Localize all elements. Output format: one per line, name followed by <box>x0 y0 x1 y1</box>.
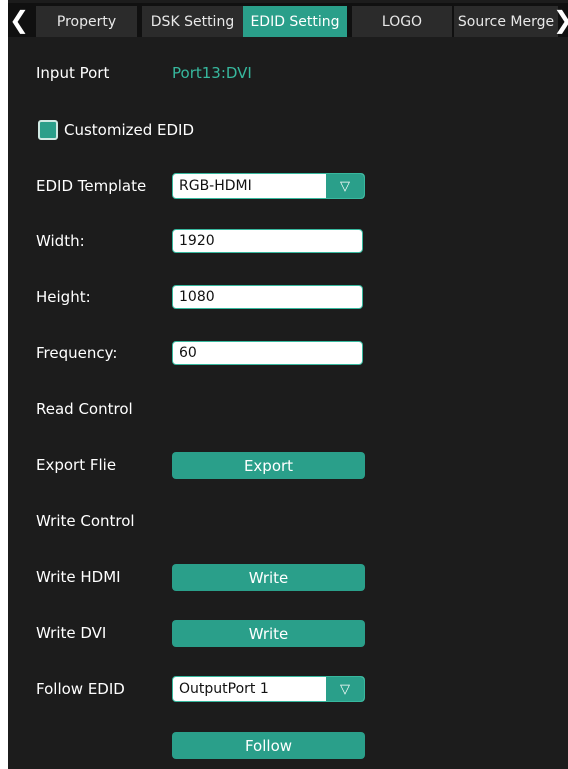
height-label: Height: <box>36 288 91 306</box>
tab-property[interactable]: Property <box>36 6 137 37</box>
customized-edid-label: Customized EDID <box>64 121 195 139</box>
follow-edid-label: Follow EDID <box>36 680 125 698</box>
tab-scroll-right-icon[interactable]: ❯ <box>552 3 568 37</box>
write-hdmi-button[interactable]: Write <box>172 564 365 591</box>
edid-template-value: RGB-HDMI <box>179 178 252 194</box>
edid-settings-panel: ❮ Property DSK Setting EDID Setting LOGO… <box>8 0 568 769</box>
write-hdmi-label: Write HDMI <box>36 568 121 586</box>
edid-template-label: EDID Template <box>36 177 147 195</box>
tab-scroll-left-icon[interactable]: ❮ <box>8 3 30 37</box>
export-button[interactable]: Export <box>172 452 365 479</box>
write-dvi-button[interactable]: Write <box>172 620 365 647</box>
input-port-value: Port13:DVI <box>172 64 252 82</box>
width-label: Width: <box>36 232 85 250</box>
dropdown-arrow-icon[interactable]: ▽ <box>326 174 364 198</box>
tab-logo[interactable]: LOGO <box>352 6 452 37</box>
tab-dsk-setting[interactable]: DSK Setting <box>142 6 243 37</box>
input-port-label: Input Port <box>36 64 110 82</box>
dropdown-arrow-icon[interactable]: ▽ <box>326 677 364 701</box>
tab-edid-setting[interactable]: EDID Setting <box>243 6 347 37</box>
customized-edid-checkbox[interactable] <box>38 120 58 140</box>
write-control-heading: Write Control <box>36 512 135 530</box>
write-dvi-label: Write DVI <box>36 624 107 642</box>
tab-bar: ❮ Property DSK Setting EDID Setting LOGO… <box>8 3 568 37</box>
export-file-label: Export Flie <box>36 456 117 474</box>
height-input[interactable]: 1080 <box>172 285 363 309</box>
follow-edid-value: OutputPort 1 <box>179 681 269 697</box>
tab-source-merge[interactable]: Source Merge <box>454 6 558 37</box>
follow-edid-select[interactable]: OutputPort 1 ▽ <box>172 676 365 702</box>
frequency-label: Frequency: <box>36 344 118 362</box>
frequency-input[interactable]: 60 <box>172 341 363 365</box>
edid-template-select[interactable]: RGB-HDMI ▽ <box>172 173 365 199</box>
read-control-heading: Read Control <box>36 400 133 418</box>
width-input[interactable]: 1920 <box>172 229 363 253</box>
follow-button[interactable]: Follow <box>172 732 365 759</box>
